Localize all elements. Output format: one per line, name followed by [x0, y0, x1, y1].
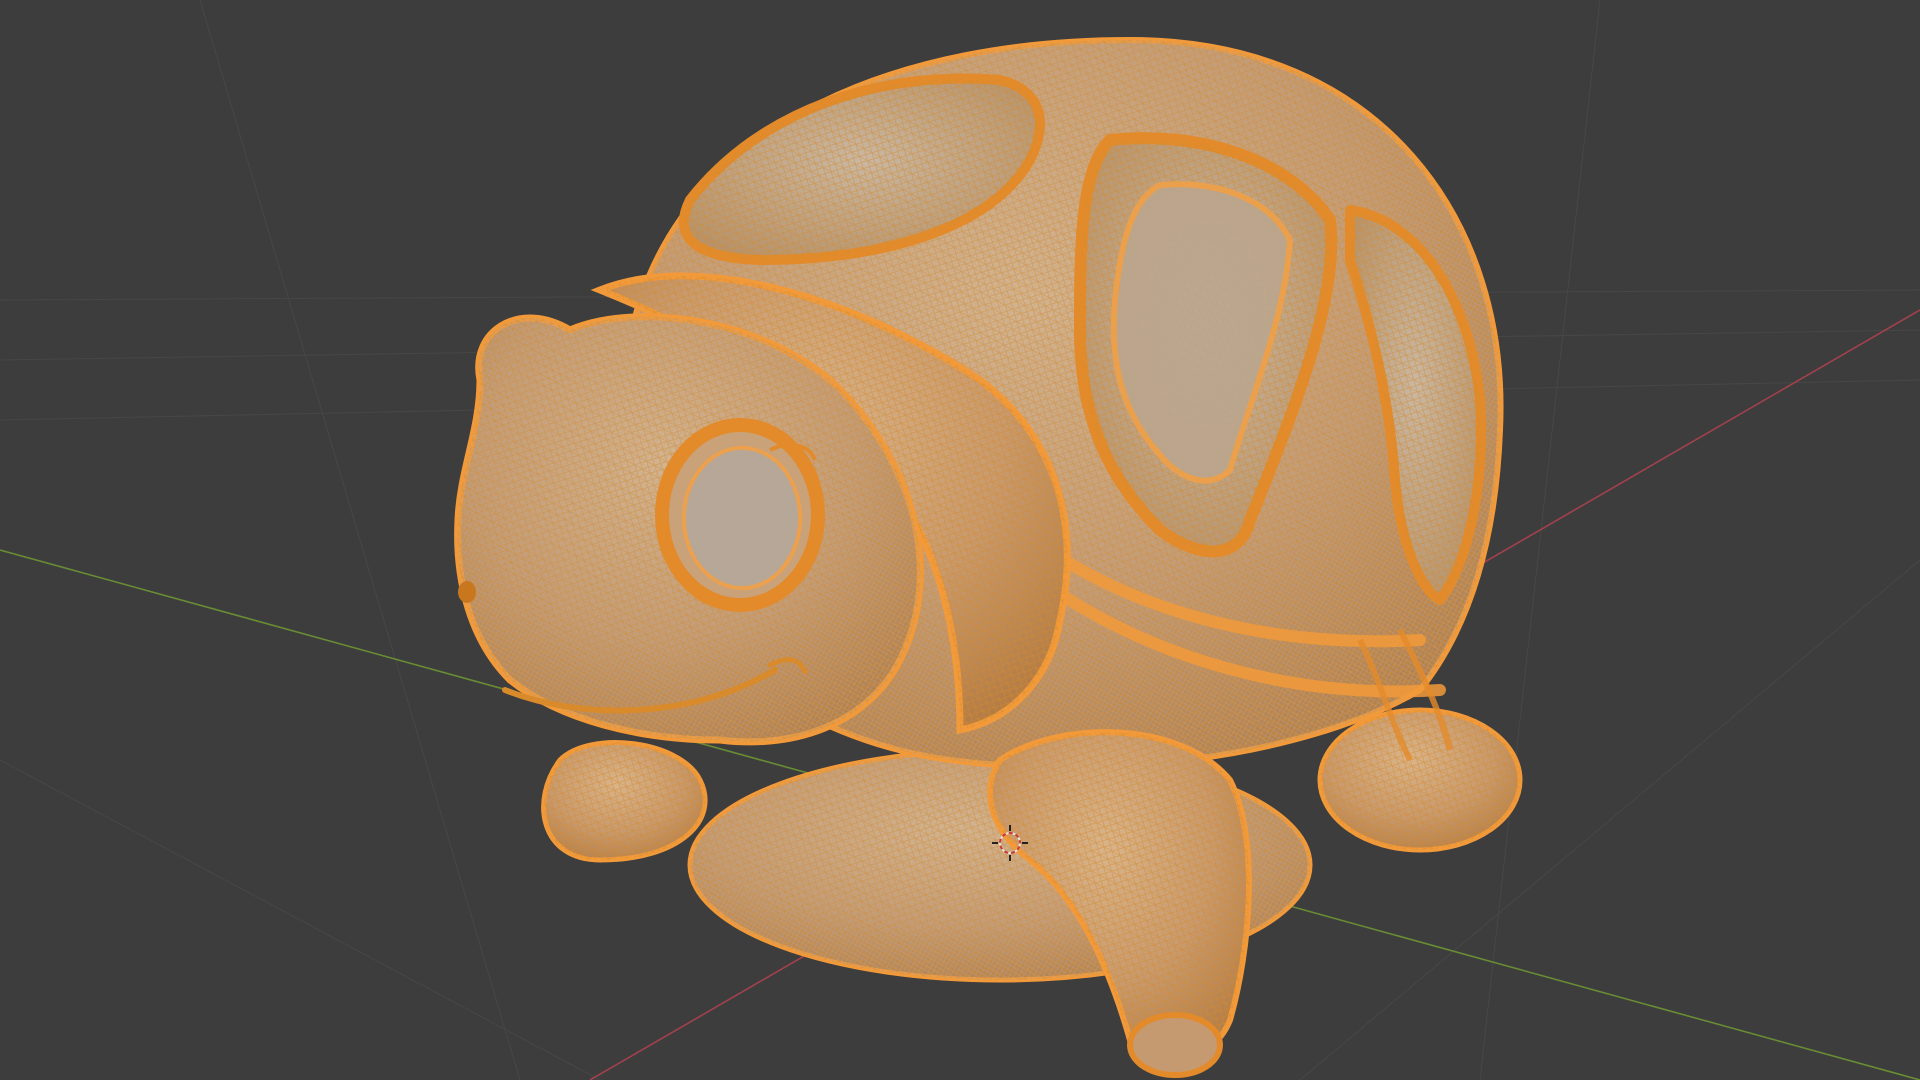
grid-line [0, 759, 601, 1080]
rear-leg[interactable] [1317, 707, 1523, 853]
left-leg[interactable] [541, 740, 708, 863]
3d-viewport[interactable] [0, 0, 1920, 1080]
grid-line [1479, 0, 1601, 1080]
viewport-canvas[interactable] [0, 0, 1920, 1080]
nostril [458, 581, 476, 603]
turtle-mesh[interactable] [454, 36, 1523, 1078]
turtle-eye[interactable] [655, 418, 825, 612]
